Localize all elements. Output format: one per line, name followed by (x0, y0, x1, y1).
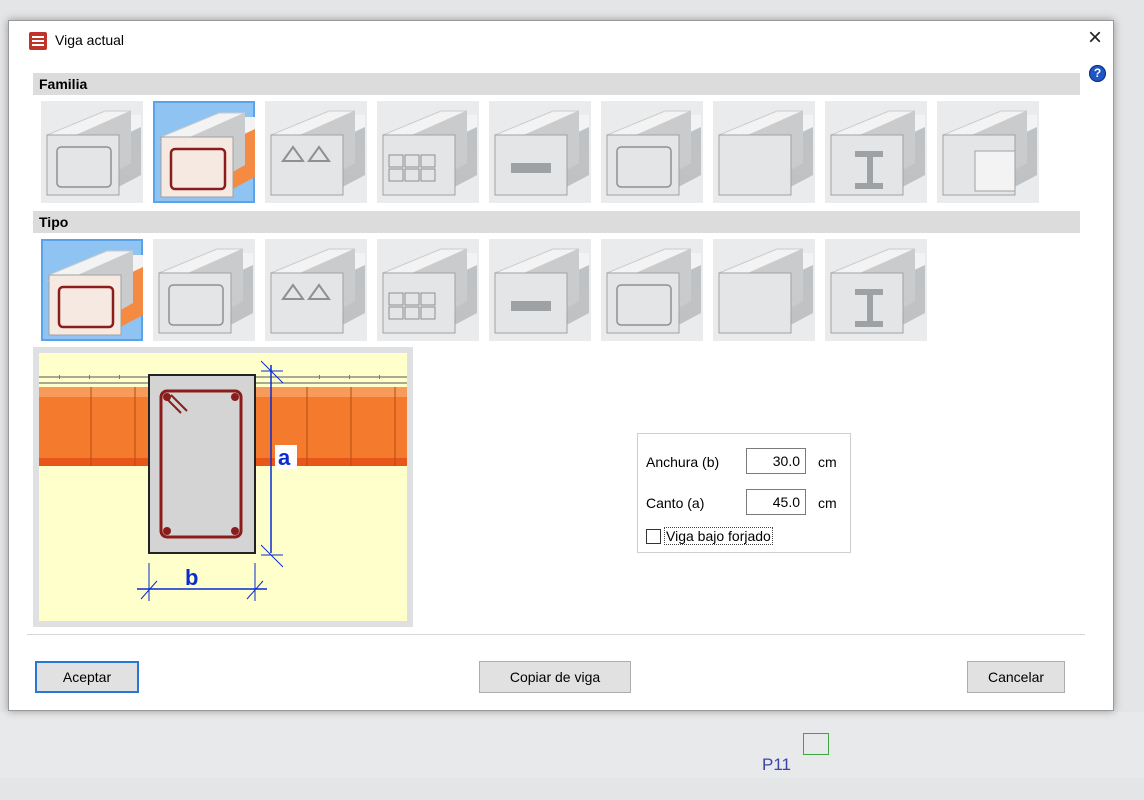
beam-steel-i-icon (829, 110, 925, 196)
beam-precast-joists-icon (493, 110, 589, 196)
tipo-option-7[interactable] (713, 239, 815, 341)
type-inverted-t-icon (381, 248, 477, 334)
tipo-option-2[interactable] (153, 239, 255, 341)
type-t-section-icon (493, 248, 589, 334)
familia-option-7[interactable] (713, 101, 815, 203)
width-input[interactable] (746, 448, 806, 474)
cancel-button[interactable]: Cancelar (967, 661, 1065, 693)
dialog-title: Viga actual (55, 32, 125, 48)
tipo-header: Tipo (33, 211, 1080, 233)
type-narrow-icon (157, 248, 253, 334)
under-slab-checkbox[interactable] (646, 529, 661, 544)
node-label: P11 (762, 755, 791, 774)
tipo-option-4[interactable] (377, 239, 479, 341)
copy-beam-button[interactable]: Copiar de viga (479, 661, 631, 693)
familia-option-2[interactable] (153, 101, 255, 203)
beam-hollow-block-icon (45, 110, 141, 196)
tipo-option-8[interactable] (825, 239, 927, 341)
beam-section-concrete (148, 374, 256, 554)
beam-box-section-icon (605, 110, 701, 196)
help-icon[interactable]: ? (1089, 65, 1106, 82)
familia-header: Familia (33, 73, 1080, 95)
dim-label-b: b (185, 565, 198, 590)
width-label: Anchura (b) (646, 454, 720, 470)
node-marker[interactable] (803, 733, 829, 755)
accept-button[interactable]: Aceptar (35, 661, 139, 693)
familia-option-8[interactable] (825, 101, 927, 203)
type-rectangular-icon (47, 250, 143, 336)
tipo-option-3[interactable] (265, 239, 367, 341)
close-button[interactable]: × (1083, 26, 1107, 51)
section-preview: a b (33, 347, 413, 627)
tipo-option-6[interactable] (601, 239, 703, 341)
depth-unit: cm (818, 495, 837, 511)
depth-input[interactable] (746, 489, 806, 515)
tipo-option-5[interactable] (489, 239, 591, 341)
type-l-double-icon (717, 248, 813, 334)
beam-triangular-voids-icon (269, 110, 365, 196)
beam-waffle-icon (381, 110, 477, 196)
depth-label: Canto (a) (646, 495, 705, 511)
familia-option-5[interactable] (489, 101, 591, 203)
familia-option-9[interactable] (937, 101, 1039, 203)
beam-plain-slab-icon (717, 110, 813, 196)
familia-option-6[interactable] (601, 101, 703, 203)
viga-actual-dialog: Viga actual × ? Familia Tipo a b Anchura… (8, 20, 1114, 711)
tipo-option-1[interactable] (41, 239, 143, 341)
familia-option-4[interactable] (377, 101, 479, 203)
type-l-left-icon (605, 248, 701, 334)
footer-separator (27, 634, 1085, 635)
familia-option-3[interactable] (265, 101, 367, 203)
under-slab-label[interactable]: Viga bajo forjado (664, 527, 773, 545)
type-deep-icon (829, 248, 925, 334)
dim-label-a: a (278, 445, 291, 470)
app-icon (29, 32, 47, 50)
beam-section-diagram: a b (39, 360, 407, 601)
dimensions-group: Anchura (b) cm Canto (a) cm Viga bajo fo… (637, 433, 851, 553)
familia-option-1[interactable] (41, 101, 143, 203)
type-wide-icon (269, 248, 365, 334)
beam-wall-block-icon (941, 110, 1037, 196)
width-unit: cm (818, 454, 837, 470)
beam-reinforced-concrete-icon (159, 112, 255, 198)
